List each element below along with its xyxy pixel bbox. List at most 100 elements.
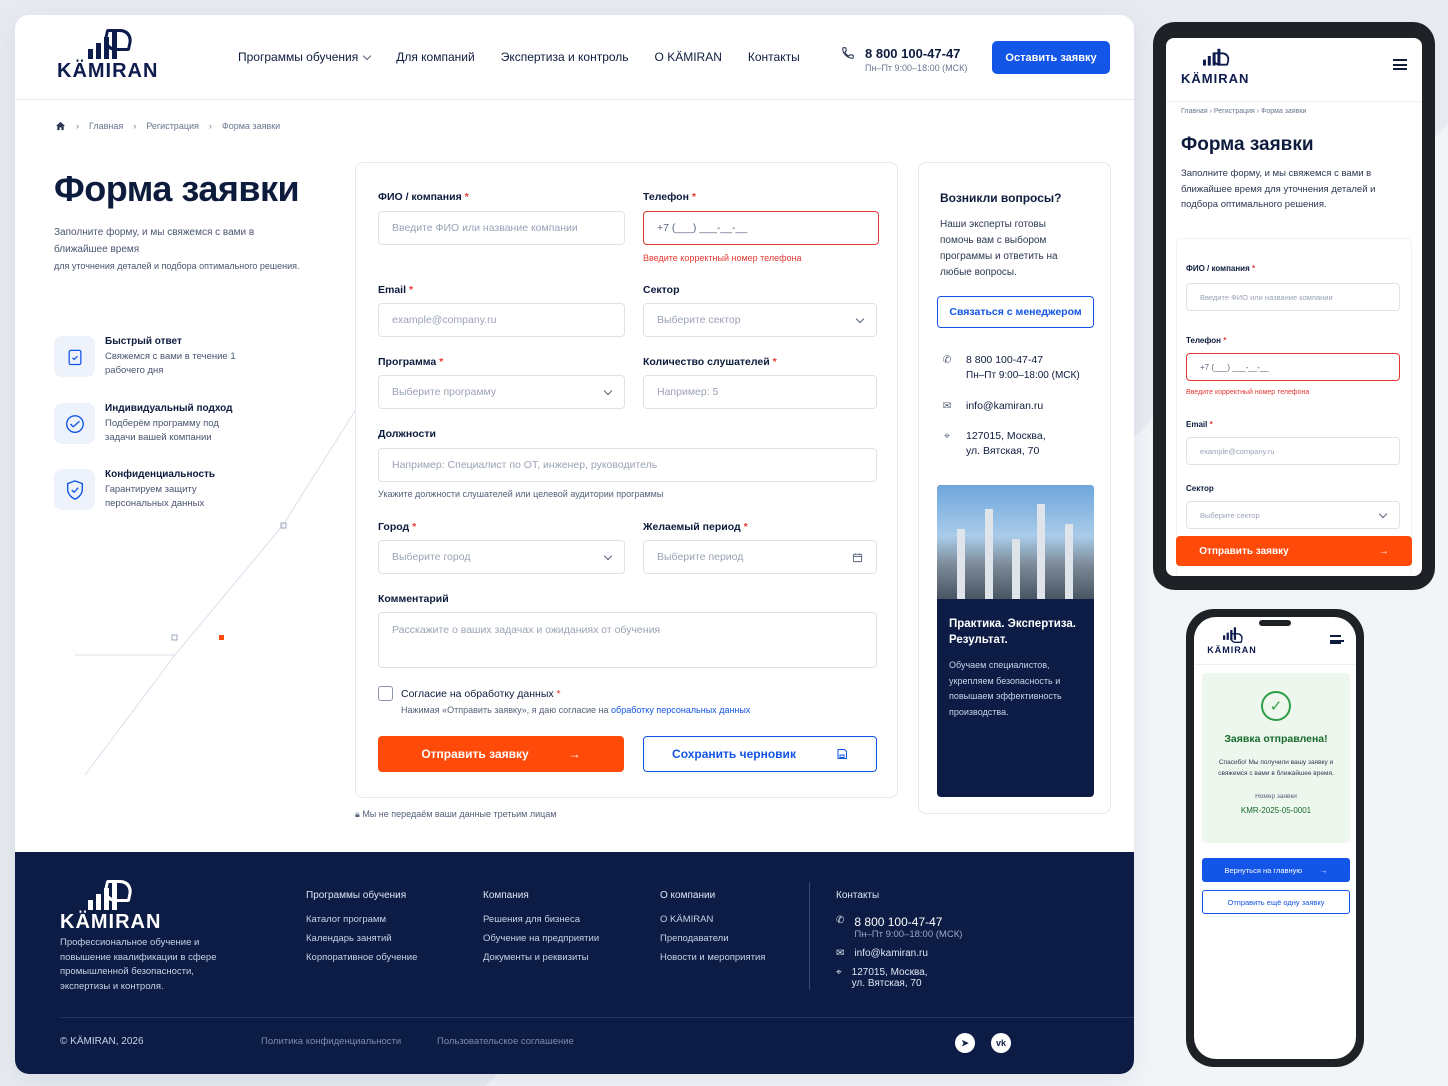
sidebar-email[interactable]: ✉ info@kamiran.ru [940, 399, 1044, 414]
vk-icon[interactable]: vk [991, 1033, 1011, 1053]
contact-manager-button[interactable]: Связаться с менеджером [937, 296, 1094, 328]
logo[interactable]: KÄMIRAN [1181, 48, 1249, 85]
submit-button[interactable]: Отправить заявку → [1176, 536, 1412, 566]
nav-programs[interactable]: Программы обучения [238, 50, 372, 64]
menu-icon[interactable] [1330, 635, 1344, 644]
desktop-page: KÄMIRAN Программы обучения Для компаний … [15, 15, 1134, 1074]
phone-icon: ✆ [942, 354, 952, 366]
sector-select[interactable]: Выберите сектор [1186, 501, 1400, 529]
order-number: KMR-2025-05-0001 [1240, 806, 1312, 815]
page-title: Форма заявки [1181, 134, 1314, 155]
footer-link[interactable]: Обучение на предприятии [483, 933, 599, 944]
footer-link[interactable]: Календарь занятий [306, 933, 417, 944]
footer-link[interactable]: Каталог программ [306, 914, 417, 925]
copyright: © KÄMIRAN, 2026 [60, 1036, 144, 1047]
count-input[interactable]: Например: 5 [643, 375, 877, 409]
logo-mark-icon [80, 29, 136, 59]
check-circle-icon: ✓ [1261, 691, 1291, 721]
phone-label: Телефон * [643, 191, 696, 203]
page-lead: Заполните форму, и мы свяжемся с вами в … [1181, 168, 1376, 210]
mail-icon: ✉ [942, 400, 952, 412]
home-icon[interactable] [55, 121, 66, 131]
chevron-down-icon [603, 551, 613, 560]
logo-mark-icon [1219, 627, 1244, 644]
menu-icon[interactable] [1393, 59, 1407, 70]
period-label: Желаемый период * [643, 521, 748, 533]
save-draft-button[interactable]: Сохранить черновик [643, 736, 877, 772]
program-select[interactable]: Выберите программу [378, 375, 625, 409]
city-select[interactable]: Выберите город [378, 540, 625, 574]
arrow-right-icon: → [1378, 545, 1389, 557]
logo-text: KÄMIRAN [60, 911, 162, 933]
sector-select[interactable]: Выберите сектор [643, 303, 877, 337]
footer-link[interactable]: Новости и мероприятия [660, 952, 765, 963]
logo[interactable]: KÄMIRAN [1204, 627, 1260, 655]
terms-link[interactable]: Пользовательское соглашение [437, 1036, 574, 1047]
email-input[interactable]: example@company.ru [378, 303, 625, 337]
telegram-icon[interactable]: ➤ [955, 1033, 975, 1053]
positions-input[interactable]: Например: Специалист по ОТ, инженер, рук… [378, 448, 877, 482]
email-label: Email * [1186, 420, 1213, 429]
page-lead-2: для уточнения деталей и подбора оптималь… [54, 261, 300, 271]
clipboard-icon [54, 336, 95, 377]
footer-link[interactable]: Корпоративное обучение [306, 952, 417, 963]
consent-checkbox[interactable] [378, 686, 393, 701]
footer-email[interactable]: ✉ info@kamiran.ru [836, 948, 962, 959]
submit-button[interactable]: Отправить заявку → [378, 736, 624, 772]
footer-link[interactable]: Преподаватели [660, 933, 765, 944]
phone-input[interactable]: +7 (___) ___-__-__ [643, 211, 879, 245]
footer-contacts: Контакты ✆ 8 800 100-47-47 Пн–Пт 9:00–18:0… [836, 890, 963, 989]
period-input[interactable]: Выберите период [643, 540, 877, 574]
decorative-lines [75, 395, 365, 775]
privacy-policy-link[interactable]: Политика конфиденциальности [261, 1036, 401, 1047]
sector-label: Сектор [1186, 484, 1214, 493]
sidebar-address: ⌖ 127015, Москва, ул. Вятская, 70 [940, 429, 1046, 459]
phone-header: KÄMIRAN [1194, 617, 1356, 665]
send-again-button[interactable]: Отправить ещё одну заявку [1202, 890, 1350, 914]
main-nav: Программы обучения Для компаний Эксперти… [238, 50, 800, 64]
fio-input[interactable]: Введите ФИО или название компании [378, 211, 625, 245]
success-title: Заявка отправлена! [1224, 733, 1328, 745]
site-footer: KÄMIRAN Профессиональное обучение и повы… [15, 852, 1134, 1074]
personal-data-link[interactable]: обработку персональных данных [611, 705, 750, 715]
save-icon [837, 749, 847, 759]
footer-link[interactable]: Документы и реквизиты [483, 952, 599, 963]
footer-link[interactable]: О KÄMIRAN [660, 914, 765, 925]
fio-input[interactable]: Введите ФИО или название компании [1186, 283, 1400, 311]
comment-label: Комментарий [378, 593, 449, 605]
phone-input[interactable]: +7 (___) ___-__-__ [1186, 353, 1400, 381]
promo-title: Практика. Экспертиза. Результат. [949, 618, 1076, 646]
back-home-button[interactable]: Вернуться на главную → [1202, 858, 1350, 882]
phone-icon [842, 47, 854, 59]
tablet-mockup: KÄMIRAN Главная › Регистрация › Форма за… [1153, 22, 1435, 590]
city-label: Город * [378, 521, 417, 533]
phone-number: 8 800 100-47-47 [865, 46, 961, 61]
footer-link[interactable]: Решения для бизнеса [483, 914, 599, 925]
chevron-down-icon [603, 386, 613, 395]
sector-label: Сектор [643, 284, 680, 296]
leave-request-button[interactable]: Оставить заявку [992, 41, 1110, 74]
footer-address: ⌖ 127015, Москва, ул. Вятская, 70 [836, 967, 928, 989]
breadcrumb-home[interactable]: Главная [89, 121, 123, 131]
nav-expertise[interactable]: Экспертиза и контроль [501, 50, 629, 64]
logo-text: KÄMIRAN [1207, 645, 1257, 655]
footer-col-about: О компании О KÄMIRAN Преподаватели Новости … [660, 890, 766, 963]
email-input[interactable]: example@company.ru [1186, 437, 1400, 465]
nav-companies[interactable]: Для компаний [396, 50, 474, 64]
chevron-down-icon [362, 51, 372, 60]
help-sidebar: Возникли вопросы? Наши эксперты готовы п… [918, 162, 1111, 814]
calendar-icon[interactable] [852, 552, 863, 563]
nav-contacts[interactable]: Контакты [748, 50, 800, 64]
sidebar-phone[interactable]: ✆ 8 800 100-47-47 Пн–Пт 9:00–18:00 (МСК) [940, 353, 1080, 383]
count-label: Количество слушателей * [643, 356, 777, 368]
footer-logo[interactable]: KÄMIRAN [60, 880, 161, 932]
nav-about[interactable]: О KÄMIRAN [655, 50, 722, 64]
breadcrumb-registration[interactable]: Регистрация [146, 121, 199, 131]
logo[interactable]: KÄMIRAN [57, 29, 158, 81]
phone-icon: ✆ [836, 915, 845, 926]
header-phone[interactable]: 8 800 100-47-47 Пн–Пт 9:00–18:00 (МСК) [841, 46, 967, 73]
application-form: ФИО / компания * Введите ФИО или названи… [355, 162, 898, 798]
comment-textarea[interactable]: Расскажите о ваших задачах и ожиданиях о… [378, 612, 877, 668]
footer-phone[interactable]: ✆ 8 800 100-47-47 Пн–Пт 9:00–18:00 (МСК) [836, 915, 962, 940]
footer-description: Профессиональное обучение и повышение кв… [60, 937, 217, 992]
